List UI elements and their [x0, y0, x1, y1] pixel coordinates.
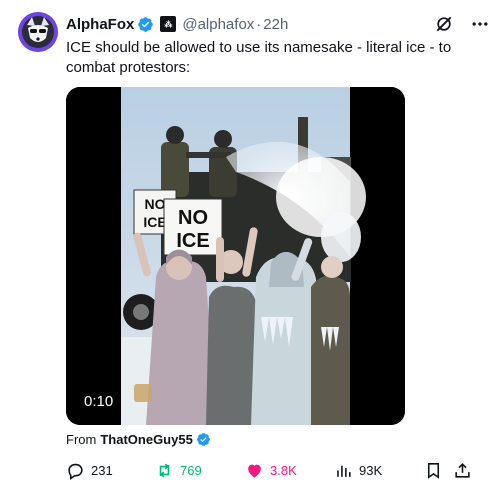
- post-header: AlphaFox ⁂ @alphafox · 22h: [66, 13, 490, 35]
- video-frame: NO ICE NO ICE: [66, 87, 405, 425]
- bookmark-icon: [427, 462, 440, 479]
- avatar[interactable]: [18, 12, 58, 52]
- reply-icon: [68, 463, 83, 480]
- author-name[interactable]: AlphaFox: [66, 16, 134, 33]
- like-count: 3.8K: [270, 462, 297, 478]
- svg-text:NO: NO: [178, 207, 208, 229]
- views-icon: [337, 465, 351, 477]
- share-icon: [455, 462, 470, 478]
- source-user-link[interactable]: ThatOneGuy55: [100, 432, 192, 447]
- reply-button[interactable]: 231: [66, 461, 113, 480]
- separator-dot: ·: [256, 15, 262, 33]
- more-icon[interactable]: [470, 14, 490, 34]
- video-duration: 0:10: [84, 393, 114, 410]
- video-player[interactable]: NO ICE NO ICE 0:10: [66, 87, 405, 425]
- source-label: From: [66, 432, 97, 447]
- author-handle[interactable]: @alphafox: [182, 16, 254, 33]
- svg-text:NO: NO: [145, 196, 166, 212]
- share-button[interactable]: [453, 461, 472, 480]
- svg-text:ICE: ICE: [176, 230, 209, 252]
- repost-button[interactable]: 769: [155, 461, 202, 480]
- like-icon: [248, 464, 261, 478]
- post-text: ICE should be allowed to use its namesak…: [66, 39, 452, 76]
- action-bar: 231 769 3.8K 93K: [66, 459, 476, 481]
- source-attribution: From ThatOneGuy55: [66, 432, 211, 447]
- post-time[interactable]: 22h: [263, 16, 288, 33]
- views-button[interactable]: 93K: [334, 461, 382, 480]
- affiliate-badge[interactable]: ⁂: [160, 16, 177, 32]
- like-button[interactable]: 3.8K: [245, 461, 297, 480]
- svg-text:ICE: ICE: [143, 214, 166, 230]
- views-count: 93K: [359, 462, 383, 478]
- grok-icon[interactable]: [434, 14, 454, 34]
- bookmark-button[interactable]: [424, 461, 443, 480]
- verified-badge-icon: [196, 433, 210, 446]
- repost-count: 769: [180, 462, 202, 478]
- repost-icon: [159, 463, 170, 477]
- verified-badge-icon: [138, 16, 154, 32]
- reply-count: 231: [91, 462, 113, 478]
